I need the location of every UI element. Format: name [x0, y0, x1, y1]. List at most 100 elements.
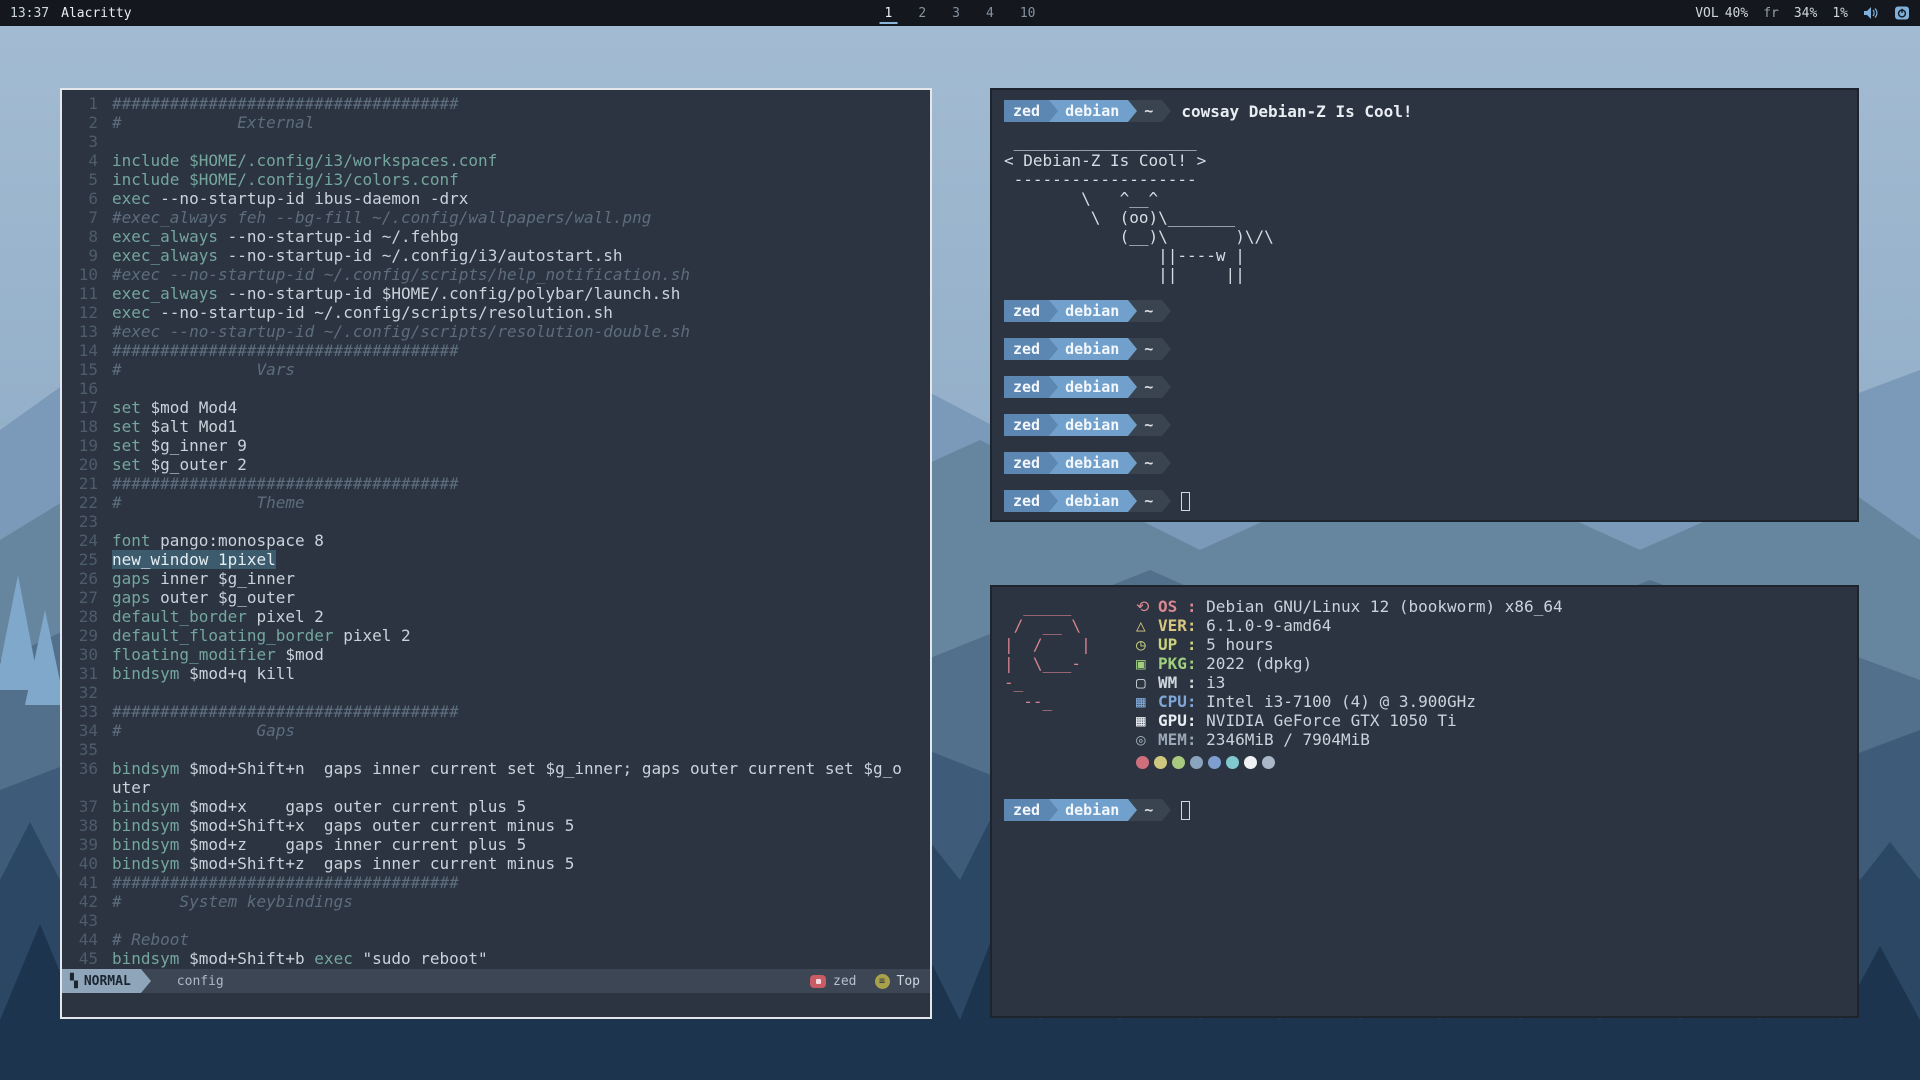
- shell-prompt: zeddebian~: [1004, 376, 1171, 398]
- line-number: 28: [68, 607, 98, 626]
- editor-line-text: # System keybindings: [112, 892, 902, 911]
- status-host-label: zed: [833, 974, 856, 989]
- editor-line: 20set $g_outer 2: [68, 455, 924, 474]
- editor-line-text: include $HOME/.config/i3/workspaces.conf: [112, 151, 902, 170]
- prompt-row[interactable]: zeddebian~: [1004, 414, 1845, 436]
- editor-line-text: bindsym $mod+x gaps outer current plus 5: [112, 797, 902, 816]
- editor-line-text: exec --no-startup-id ~/.config/scripts/r…: [112, 303, 902, 322]
- fetch-value: 2022 (dpkg): [1206, 654, 1312, 673]
- prompt-host-segment: debian: [1049, 452, 1128, 474]
- fetch-terminal-window[interactable]: _____ / __ \ | / | | \___- -_ --_⟲OS : D…: [990, 585, 1859, 1018]
- editor-line: 43: [68, 911, 924, 930]
- prompt-host-segment: debian: [1049, 799, 1128, 821]
- line-number: 30: [68, 645, 98, 664]
- host-badge-icon: [810, 975, 826, 988]
- fetch-body: _____ / __ \ | / | | \___- -_ --_⟲OS : D…: [992, 587, 1857, 831]
- color-dot: [1136, 756, 1149, 769]
- line-number: 29: [68, 626, 98, 645]
- editor-line-text: ####################################: [112, 474, 902, 493]
- color-dot: [1208, 756, 1221, 769]
- powerline-arrow-icon: [1128, 100, 1137, 122]
- prompt-row[interactable]: zeddebian~: [1004, 300, 1845, 322]
- workspace-button[interactable]: 3: [947, 3, 965, 24]
- power-icon[interactable]: [1894, 6, 1910, 20]
- editor-line-text: #exec --no-startup-id ~/.config/scripts/…: [112, 322, 902, 341]
- fetch-output: _____ / __ \ | / | | \___- -_ --_⟲OS : D…: [1004, 597, 1845, 769]
- fetch-info-line: ◷UP : 5 hours: [1136, 635, 1845, 654]
- editor-line: 3: [68, 132, 924, 151]
- cowsay-terminal-window[interactable]: zeddebian~cowsay Debian-Z Is Cool! _____…: [990, 88, 1859, 522]
- prompt-host-segment: debian: [1049, 414, 1128, 436]
- editor-line-text: ####################################: [112, 702, 902, 721]
- editor-line-text: bindsym $mod+Shift+z gaps inner current …: [112, 854, 902, 873]
- prompt-host-segment: debian: [1049, 300, 1128, 322]
- line-number: 10: [68, 265, 98, 284]
- line-number: 40: [68, 854, 98, 873]
- prompt-user-segment: zed: [1004, 100, 1049, 122]
- editor-line-text: [112, 740, 902, 759]
- mode-label: NORMAL: [84, 974, 131, 989]
- editor-line: 10#exec --no-startup-id ~/.config/script…: [68, 265, 924, 284]
- prompt-row[interactable]: zeddebian~: [1004, 376, 1845, 398]
- uptime-icon: ◷: [1136, 635, 1158, 654]
- prompt-row[interactable]: zeddebian~: [1004, 490, 1845, 512]
- editor-line: 42# System keybindings: [68, 892, 924, 911]
- prompt-user-segment: zed: [1004, 799, 1049, 821]
- workspace-button[interactable]: 2: [913, 3, 931, 24]
- line-number: 26: [68, 569, 98, 588]
- terminal-cursor: [1181, 492, 1190, 511]
- editor-line-text: set $mod Mod4: [112, 398, 902, 417]
- editor-line: 37bindsym $mod+x gaps outer current plus…: [68, 797, 924, 816]
- editor-window[interactable]: 1####################################2# …: [60, 88, 932, 1019]
- keyboard-layout[interactable]: fr: [1763, 6, 1779, 21]
- editor-lines: 1####################################2# …: [62, 90, 930, 969]
- speaker-icon[interactable]: [1863, 6, 1879, 20]
- scroll-position-label: Top: [897, 974, 920, 989]
- workspace-button[interactable]: 4: [981, 3, 999, 24]
- fetch-info-line: ◎MEM: 2346MiB / 7904MiB: [1136, 730, 1845, 749]
- editor-line: 39bindsym $mod+z gaps inner current plus…: [68, 835, 924, 854]
- fetch-info-block: ⟲OS : Debian GNU/Linux 12 (bookworm) x86…: [1136, 597, 1845, 769]
- powerline-arrow-icon: [1128, 799, 1137, 821]
- editor-line-text: [112, 683, 902, 702]
- editor-line: 4 include $HOME/.config/i3/workspaces.con…: [68, 151, 924, 170]
- prompt-row[interactable]: zeddebian~: [1004, 338, 1845, 360]
- line-number: 43: [68, 911, 98, 930]
- workspace-button[interactable]: 10: [1015, 3, 1041, 24]
- shell-prompt: zeddebian~: [1004, 338, 1171, 360]
- line-number: 19: [68, 436, 98, 455]
- line-number: 22: [68, 493, 98, 512]
- editor-line-text: new_window 1pixel: [112, 550, 902, 569]
- editor-line-text: default_floating_border pixel 2: [112, 626, 902, 645]
- prompt-row[interactable]: zeddebian~: [1004, 452, 1845, 474]
- editor-line-text: ####################################: [112, 873, 902, 892]
- editor-line: 44# Reboot: [68, 930, 924, 949]
- editor-line: 11exec_always --no-startup-id $HOME/.con…: [68, 284, 924, 303]
- editor-line: 19 set $g_inner 9: [68, 436, 924, 455]
- line-number: 25: [68, 550, 98, 569]
- fetch-label: UP :: [1158, 635, 1206, 654]
- line-number: 5: [68, 170, 98, 189]
- line-number: 4: [68, 151, 98, 170]
- editor-line: 7#exec_always feh --bg-fill ~/.config/wa…: [68, 208, 924, 227]
- wm-icon: ▢: [1136, 673, 1158, 692]
- fetch-label: MEM:: [1158, 730, 1206, 749]
- prompt-host-segment: debian: [1049, 376, 1128, 398]
- editor-line-text: include $HOME/.config/i3/colors.conf: [112, 170, 902, 189]
- editor-line-text: set $g_outer 2: [112, 455, 902, 474]
- prompt-row[interactable]: zeddebian~: [1004, 799, 1845, 821]
- line-number: 16: [68, 379, 98, 398]
- volume-indicator[interactable]: VOL 40%: [1695, 6, 1748, 21]
- cowsay-terminal-body: zeddebian~cowsay Debian-Z Is Cool! _____…: [992, 90, 1857, 522]
- editor-line-text: set $g_inner 9: [112, 436, 902, 455]
- fetch-label: OS :: [1158, 597, 1206, 616]
- fetch-info-line: ▢WM : i3: [1136, 673, 1845, 692]
- editor-line-text: # Reboot: [112, 930, 902, 949]
- prompt-user-segment: zed: [1004, 300, 1049, 322]
- editor-line: 16: [68, 379, 924, 398]
- mode-icon: ▚: [70, 974, 78, 989]
- editor-line: 13#exec --no-startup-id ~/.config/script…: [68, 322, 924, 341]
- editor-line: 33####################################: [68, 702, 924, 721]
- workspace-button[interactable]: 1: [880, 3, 898, 24]
- gpu-icon: ▦: [1136, 711, 1158, 730]
